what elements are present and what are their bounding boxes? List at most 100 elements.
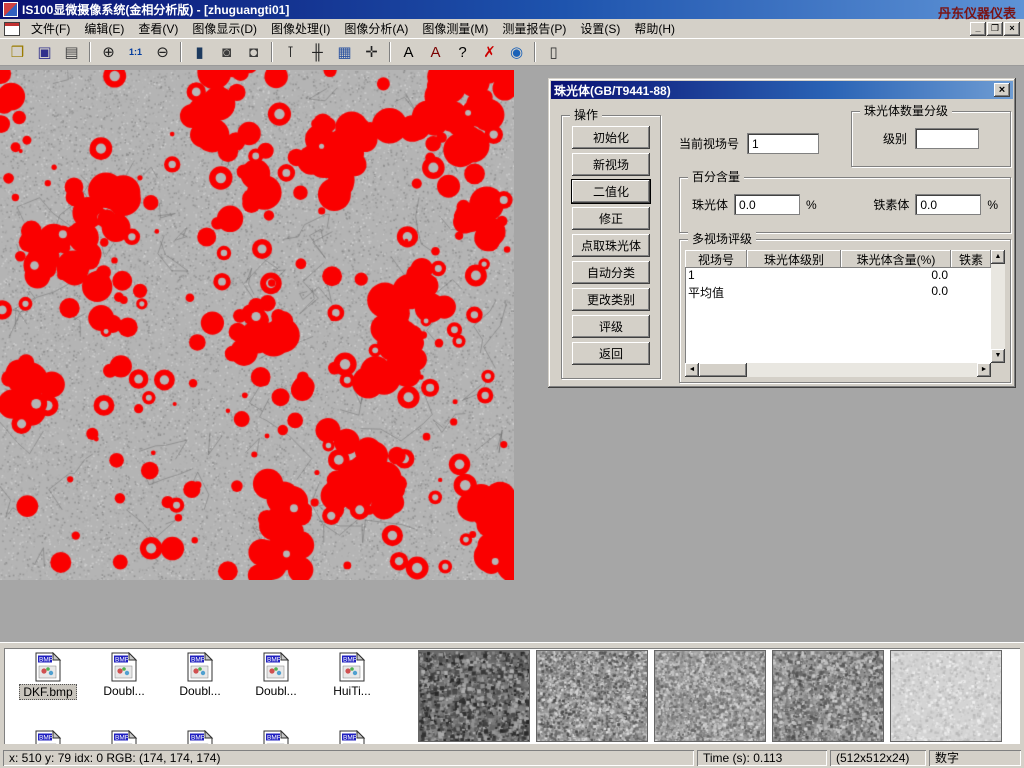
pearlite-percent-input[interactable]: [734, 194, 800, 215]
child-window-icon: [4, 22, 20, 36]
vertical-ruler-icon[interactable]: ▯: [541, 41, 566, 64]
operation-button[interactable]: 自动分类: [572, 261, 650, 284]
preview-thumbnails: [418, 650, 1002, 742]
operation-button[interactable]: 二值化: [572, 180, 650, 203]
file-item[interactable]: BMP Doubl...: [86, 650, 162, 700]
open-folder-icon[interactable]: ❒: [5, 41, 30, 64]
color-picker-icon[interactable]: ◉: [504, 41, 529, 64]
dialog-title-bar[interactable]: 珠光体(GB/T9441-88) ×: [551, 81, 1013, 99]
menu-item[interactable]: 测量报告(P): [495, 18, 573, 39]
child-minimize-button[interactable]: _: [970, 22, 986, 36]
file-item[interactable]: BMP: [238, 728, 314, 744]
table-horizontal-scrollbar[interactable]: ◄ ►: [685, 363, 991, 377]
svg-text:BMP: BMP: [39, 735, 53, 742]
child-close-button[interactable]: ×: [1004, 22, 1020, 36]
operation-button[interactable]: 返回: [572, 342, 650, 365]
dialog-close-button[interactable]: ×: [994, 83, 1010, 97]
operation-button[interactable]: 新视场: [572, 153, 650, 176]
multi-field-group: 多视场评级 视场号珠光体级别珠光体含量(%)铁素 10.0平均值0.0 ▲ ▼ …: [679, 239, 1011, 383]
rating-table[interactable]: 视场号珠光体级别珠光体含量(%)铁素 10.0平均值0.0: [685, 250, 991, 363]
ferrite-percent-input[interactable]: [915, 194, 981, 215]
menu-item[interactable]: 图像处理(I): [264, 18, 337, 39]
operation-button[interactable]: 更改类别: [572, 288, 650, 311]
video-camera-icon[interactable]: ◙: [214, 41, 239, 64]
file-item[interactable]: BMP Doubl...: [162, 650, 238, 700]
help-icon[interactable]: ?: [450, 41, 475, 64]
crosshair-icon[interactable]: ✛: [359, 41, 384, 64]
file-browser: BMP DKF.bmp BMP Doubl... BMP Doubl... BM…: [4, 648, 1020, 744]
measure-grid-icon[interactable]: ▦: [332, 41, 357, 64]
table-vertical-scrollbar[interactable]: ▲ ▼: [991, 250, 1005, 363]
thumbnail-5[interactable]: [890, 650, 1002, 742]
operation-button[interactable]: 点取珠光体: [572, 234, 650, 257]
caliper-vertical-icon[interactable]: ⊺: [278, 41, 303, 64]
grade-level-input[interactable]: [915, 128, 979, 149]
table-cell: 0.0: [841, 268, 951, 284]
menu-item[interactable]: 图像分析(A): [337, 18, 415, 39]
scroll-up-button[interactable]: ▲: [991, 250, 1005, 264]
table-column-header[interactable]: 珠光体含量(%): [841, 250, 951, 268]
percentage-group-title: 百分含量: [688, 170, 744, 184]
thumbnail-1[interactable]: [418, 650, 530, 742]
table-column-header[interactable]: 视场号: [685, 250, 747, 268]
file-item[interactable]: BMP: [86, 728, 162, 744]
operation-button[interactable]: 初始化: [572, 126, 650, 149]
menu-item[interactable]: 图像显示(D): [185, 18, 264, 39]
file-item[interactable]: BMP Doubl...: [238, 650, 314, 700]
zoom-in-icon[interactable]: ⊕: [96, 41, 121, 64]
grading-group-title: 珠光体数量分级: [860, 104, 952, 118]
actual-size-icon[interactable]: 1:1: [123, 41, 148, 64]
operation-button[interactable]: 评级: [572, 315, 650, 338]
snapshot-camera-icon[interactable]: ◘: [241, 41, 266, 64]
delete-measure-icon[interactable]: ✗: [477, 41, 502, 64]
text-annotation-icon[interactable]: A: [396, 41, 421, 64]
child-restore-button[interactable]: ❐: [987, 22, 1003, 36]
operation-button[interactable]: 修正: [572, 207, 650, 230]
thumbnail-4[interactable]: [772, 650, 884, 742]
menu-item[interactable]: 帮助(H): [627, 18, 682, 39]
menu-item[interactable]: 图像测量(M): [415, 18, 495, 39]
svg-text:BMP: BMP: [39, 657, 53, 664]
scrollbar-thumb[interactable]: [699, 363, 747, 377]
bmp-file-icon: BMP: [110, 652, 138, 682]
file-item[interactable]: BMP: [10, 728, 86, 744]
scroll-down-button[interactable]: ▼: [991, 349, 1005, 363]
menu-item[interactable]: 文件(F): [24, 18, 77, 39]
table-column-header[interactable]: 铁素: [951, 250, 991, 268]
font-style-icon[interactable]: A: [423, 41, 448, 64]
zoom-out-icon[interactable]: ⊖: [150, 41, 175, 64]
svg-text:BMP: BMP: [267, 735, 281, 742]
save-icon[interactable]: ▣: [32, 41, 57, 64]
bmp-file-icon: BMP: [186, 730, 214, 744]
file-item[interactable]: BMP DKF.bmp: [10, 650, 86, 700]
menu-item[interactable]: 设置(S): [573, 18, 627, 39]
monitor-icon[interactable]: ▮: [187, 41, 212, 64]
svg-text:BMP: BMP: [115, 735, 129, 742]
thumbnail-2[interactable]: [536, 650, 648, 742]
caliper-horizontal-icon[interactable]: ╫: [305, 41, 330, 64]
dialog-title: 珠光体(GB/T9441-88): [554, 82, 671, 99]
print-icon[interactable]: ▤: [59, 41, 84, 64]
operation-group-title: 操作: [570, 108, 602, 122]
menu-item[interactable]: 编辑(E): [77, 18, 131, 39]
vendor-watermark: 丹东仪器仪表: [938, 3, 1016, 22]
table-column-header[interactable]: 珠光体级别: [747, 250, 841, 268]
toolbar-separator: [271, 42, 273, 62]
ferrite-label: 铁素体: [873, 196, 909, 213]
menu-item[interactable]: 查看(V): [131, 18, 185, 39]
cursor-position-readout: x: 510 y: 79 idx: 0 RGB: (174, 174, 174): [3, 750, 694, 766]
file-item[interactable]: BMP: [162, 728, 238, 744]
file-item[interactable]: BMP: [314, 728, 390, 744]
title-bar[interactable]: IS100显微摄像系统(金相分析版) - [zhuguangti01]: [0, 0, 1024, 19]
svg-text:BMP: BMP: [343, 657, 357, 664]
file-browser-panel: BMP DKF.bmp BMP Doubl... BMP Doubl... BM…: [0, 642, 1024, 748]
table-row[interactable]: 平均值0.0: [685, 284, 991, 300]
current-field-input[interactable]: [747, 133, 819, 154]
micrograph-image[interactable]: [0, 70, 514, 580]
table-row[interactable]: 10.0: [685, 268, 991, 284]
scroll-right-button[interactable]: ►: [977, 363, 991, 377]
thumbnail-3[interactable]: [654, 650, 766, 742]
percentage-group: 百分含量 珠光体 % 铁素体 %: [679, 177, 1011, 233]
file-item[interactable]: BMP HuiTi...: [314, 650, 390, 700]
scroll-left-button[interactable]: ◄: [685, 363, 699, 377]
